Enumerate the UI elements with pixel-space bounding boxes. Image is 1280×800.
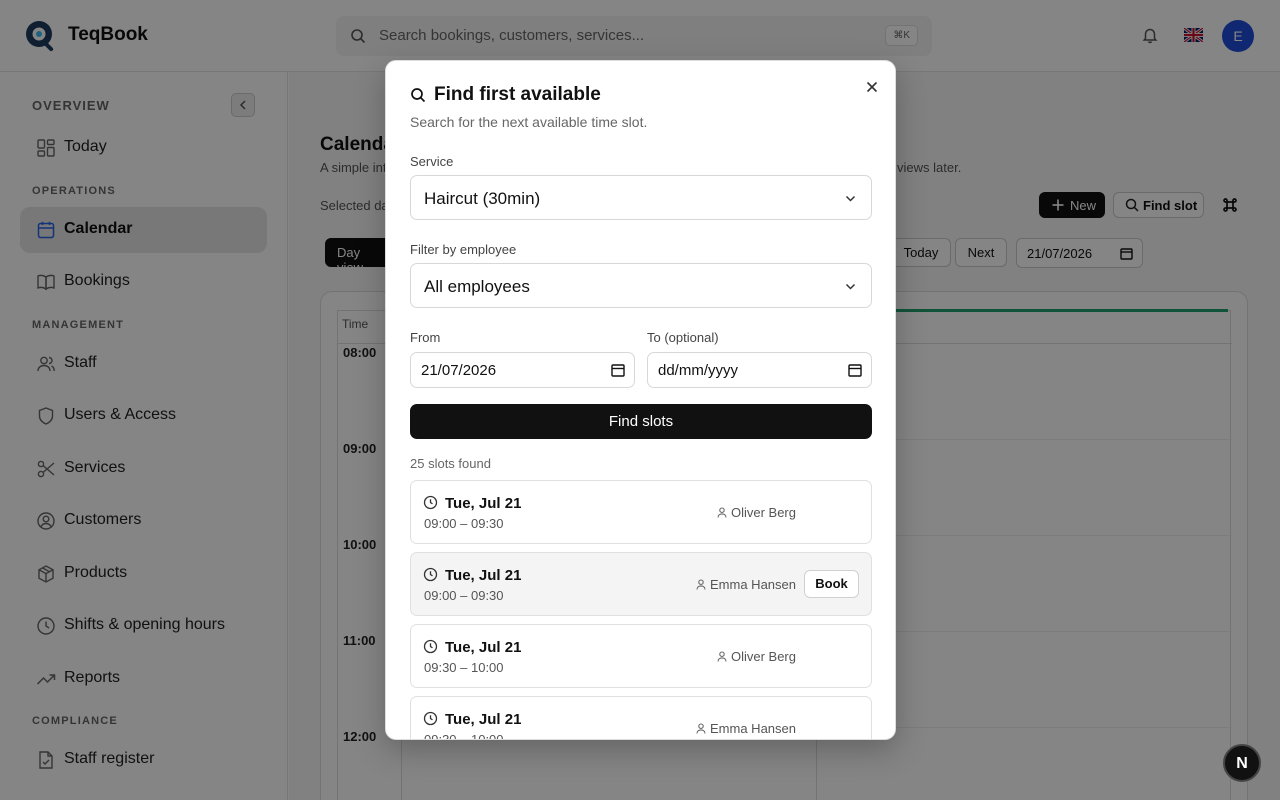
- from-date-input[interactable]: 21/07/2026: [410, 352, 635, 388]
- clock-icon: [423, 495, 438, 510]
- slots-count: 25 slots found: [410, 456, 491, 471]
- slot-time: 09:30 – 10:00: [424, 732, 504, 740]
- slot-time: 09:00 – 09:30: [424, 588, 504, 603]
- clock-icon: [423, 711, 438, 726]
- user-icon: [696, 723, 706, 734]
- slot-time: 09:00 – 09:30: [424, 516, 504, 531]
- book-slot-button[interactable]: Book: [804, 570, 859, 598]
- slot-date: Tue, Jul 21: [445, 495, 522, 512]
- slot-item[interactable]: Tue, Jul 21 09:00 – 09:30 Emma Hansen Bo…: [410, 552, 872, 616]
- dialog-description: Search for the next available time slot.: [410, 114, 648, 130]
- slot-date: Tue, Jul 21: [445, 711, 522, 728]
- dialog-title: Find first available: [434, 84, 601, 105]
- clock-icon: [423, 567, 438, 582]
- employee-filter-select[interactable]: All employees: [410, 263, 872, 308]
- slot-employee: Oliver Berg: [717, 505, 796, 520]
- close-icon[interactable]: [862, 77, 882, 97]
- find-slots-button[interactable]: Find slots: [410, 404, 872, 439]
- user-icon: [717, 507, 727, 518]
- service-label: Service: [410, 154, 454, 169]
- slot-time: 09:30 – 10:00: [424, 660, 504, 675]
- user-icon: [696, 579, 706, 590]
- slot-employee: Oliver Berg: [717, 649, 796, 664]
- slot-item[interactable]: Tue, Jul 21 09:30 – 10:00 Emma Hansen: [410, 696, 872, 740]
- to-date-input[interactable]: dd/mm/yyyy: [647, 352, 872, 388]
- slot-employee: Emma Hansen: [696, 721, 796, 736]
- slot-item[interactable]: Tue, Jul 21 09:30 – 10:00 Oliver Berg: [410, 624, 872, 688]
- slot-employee: Emma Hansen: [696, 577, 796, 592]
- employee-filter-label: Filter by employee: [410, 242, 517, 257]
- clock-icon: [423, 639, 438, 654]
- chevron-down-icon: [845, 195, 856, 202]
- service-select[interactable]: Haircut (30min): [410, 175, 872, 220]
- search-icon: [411, 88, 426, 103]
- dev-tools-badge[interactable]: N: [1223, 744, 1261, 782]
- slot-date: Tue, Jul 21: [445, 639, 522, 656]
- find-first-available-dialog: Find first available Search for the next…: [385, 60, 896, 740]
- from-date-label: From: [410, 330, 441, 345]
- slot-item[interactable]: Tue, Jul 21 09:00 – 09:30 Oliver Berg: [410, 480, 872, 544]
- chevron-down-icon: [845, 283, 856, 290]
- slot-date: Tue, Jul 21: [445, 567, 522, 584]
- to-date-label: To (optional): [647, 330, 719, 345]
- calendar-icon: [611, 364, 625, 377]
- user-icon: [717, 651, 727, 662]
- calendar-icon: [848, 364, 862, 377]
